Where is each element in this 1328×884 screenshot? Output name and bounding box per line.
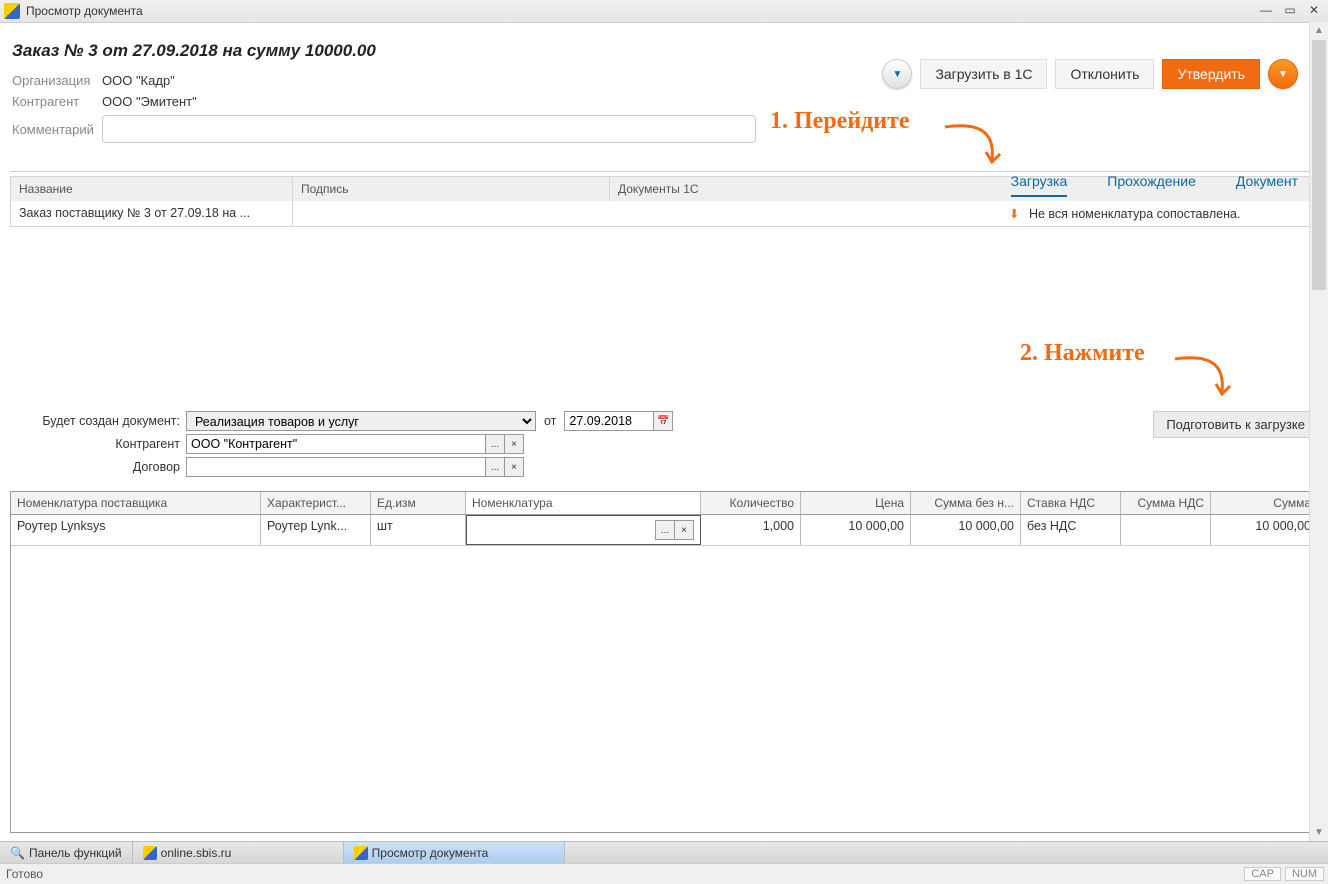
g2-h-vats: Сумма НДС (1121, 492, 1211, 514)
task-viewer-label: Просмотр документа (372, 846, 489, 860)
annotation-step2: 2. Нажмите (1020, 340, 1145, 367)
form-contract-input[interactable] (186, 457, 486, 477)
g2-h-vat: Ставка НДС (1021, 492, 1121, 514)
task-sbis[interactable]: online.sbis.ru (133, 842, 344, 864)
create-doc-select[interactable]: Реализация товаров и услуг (186, 411, 536, 431)
contragent-value: ООО "Эмитент" (102, 94, 197, 109)
grid1-row[interactable]: Заказ поставщику № 3 от 27.09.18 на ... … (11, 201, 1317, 226)
comment-label: Комментарий (12, 122, 102, 137)
grid1-header-name: Название (11, 177, 293, 201)
tab-flow[interactable]: Прохождение (1107, 173, 1196, 197)
load-1c-button[interactable]: Загрузить в 1С (920, 59, 1047, 89)
tab-document[interactable]: Документ (1236, 173, 1298, 197)
content-area: Заказ № 3 от 27.09.2018 на сумму 10000.0… (0, 23, 1328, 227)
g2-r-price: 10 000,00 (801, 515, 911, 545)
annotation-step1-text: 1. Перейдите (770, 108, 910, 134)
grid1-header-sign: Подпись (293, 177, 610, 201)
org-value: ООО "Кадр" (102, 73, 175, 88)
scroll-up-icon[interactable]: ▲ (1310, 22, 1328, 40)
annotation-step2-text: 2. Нажмите (1020, 340, 1145, 366)
g2-h-unit: Ед.изм (371, 492, 466, 514)
g2-r-sum: 10 000,00 (1211, 515, 1317, 545)
g2-r-vat: без НДС (1021, 515, 1121, 545)
document-title: Заказ № 3 от 27.09.2018 на сумму 10000.0… (12, 41, 1318, 61)
contract-clear-icon[interactable]: × (504, 457, 524, 477)
contragent-lookup-icon[interactable]: ... (485, 434, 505, 454)
history-dropdown-button[interactable]: ▼ (882, 59, 912, 89)
grid1-row-name: Заказ поставщику № 3 от 27.09.18 на ... (11, 201, 293, 226)
g2-r-sumwo: 10 000,00 (911, 515, 1021, 545)
form-contragent-label: Контрагент (10, 437, 186, 451)
top-actions: ▼ Загрузить в 1С Отклонить Утвердить ▼ (882, 59, 1298, 89)
titlebar: Просмотр документа — ▭ ✕ (0, 0, 1328, 23)
contragent-clear-icon[interactable]: × (504, 434, 524, 454)
task-panel-label: Панель функций (29, 846, 122, 860)
from-label: от (544, 414, 556, 428)
reject-button[interactable]: Отклонить (1055, 59, 1154, 89)
scroll-thumb[interactable] (1312, 40, 1326, 290)
warning-icon: ⬇ (1009, 207, 1019, 221)
minimize-button[interactable]: — (1256, 3, 1276, 19)
form-section: Подготовить к загрузке Будет создан доку… (10, 411, 1318, 833)
chevron-down-icon: ▼ (892, 69, 902, 80)
magnifier-icon: 🔍 (10, 846, 25, 860)
g2-h-nom: Номенклатура (466, 492, 701, 514)
sbis-icon (354, 846, 368, 860)
org-label: Организация (12, 73, 102, 88)
prepare-load-button[interactable]: Подготовить к загрузке (1153, 411, 1318, 438)
scroll-down-icon[interactable]: ▼ (1310, 824, 1328, 842)
nomenclature-clear-icon[interactable]: × (674, 520, 694, 540)
status-num: NUM (1285, 867, 1324, 881)
tab-load[interactable]: Загрузка (1011, 173, 1068, 197)
g2-h-supplier: Номенклатура поставщика (11, 492, 261, 514)
g2-h-price: Цена (801, 492, 911, 514)
nomenclature-grid: Номенклатура поставщика Характерист... Е… (10, 491, 1318, 833)
maximize-button[interactable]: ▭ (1280, 3, 1300, 19)
g2-r-supp: Роутер Lynksys (11, 515, 261, 545)
contract-lookup-icon[interactable]: ... (485, 457, 505, 477)
task-viewer[interactable]: Просмотр документа (344, 842, 565, 864)
close-button[interactable]: ✕ (1304, 3, 1324, 19)
form-contract-label: Договор (10, 460, 186, 474)
g2-r-unit: шт (371, 515, 466, 545)
g2-h-sum: Сумма (1211, 492, 1317, 514)
grid1-warning-text: Не вся номенклатура сопоставлена. (1029, 207, 1240, 221)
approve-button[interactable]: Утвердить (1162, 59, 1260, 89)
tabs: Загрузка Прохождение Документ (1011, 173, 1298, 197)
nomenclature-lookup-icon[interactable]: ... (655, 520, 675, 540)
status-bar: Готово CAP NUM (0, 863, 1328, 884)
g2-r-char: Роутер Lynk... (261, 515, 371, 545)
window-title: Просмотр документа (26, 4, 1256, 18)
task-sbis-label: online.sbis.ru (161, 846, 232, 860)
nomenclature-row[interactable]: Роутер Lynksys Роутер Lynk... шт ... × 1… (11, 515, 1317, 546)
task-panel[interactable]: 🔍 Панель функций (0, 842, 133, 864)
form-contragent-input[interactable] (186, 434, 486, 454)
g2-r-vats (1121, 515, 1211, 545)
annotation-step1: 1. Перейдите (770, 108, 910, 135)
status-text: Готово (0, 867, 1244, 881)
g2-h-sumwo: Сумма без н... (911, 492, 1021, 514)
date-input[interactable] (564, 411, 654, 431)
g2-r-qty: 1,000 (701, 515, 801, 545)
app-icon (4, 3, 20, 19)
chevron-down-icon: ▼ (1278, 69, 1288, 80)
comment-input[interactable] (102, 115, 756, 143)
calendar-icon[interactable]: 📅 (653, 411, 673, 431)
g2-h-qty: Количество (701, 492, 801, 514)
nomenclature-input[interactable] (473, 521, 656, 539)
taskbar: 🔍 Панель функций online.sbis.ru Просмотр… (0, 841, 1328, 864)
g2-h-char: Характерист... (261, 492, 371, 514)
status-cap: CAP (1244, 867, 1281, 881)
contragent-label: Контрагент (12, 94, 102, 109)
sbis-icon (143, 846, 157, 860)
approve-dropdown-button[interactable]: ▼ (1268, 59, 1298, 89)
scrollbar[interactable]: ▲ ▼ (1309, 22, 1328, 842)
create-doc-label: Будет создан документ: (10, 414, 186, 428)
